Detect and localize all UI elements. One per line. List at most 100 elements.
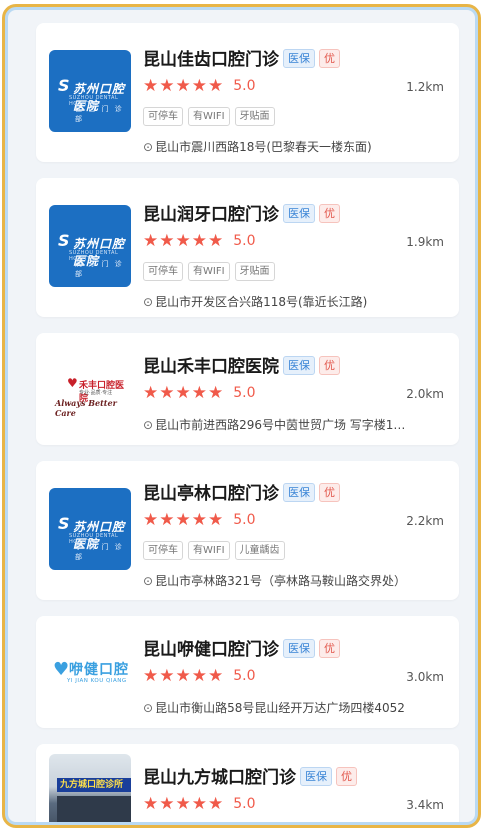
rating-score: 5.0 — [233, 668, 256, 684]
star-icon: ★ — [191, 383, 207, 403]
rating-row: ★ ★ ★ ★ ★ 5.0 — [143, 384, 256, 402]
tag: 牙贴面 — [234, 262, 275, 281]
tag-list: 可停车 有WIFI 儿童龋齿 — [143, 541, 290, 560]
preferred-badge: 优 — [319, 639, 340, 658]
tag: 可停车 — [143, 107, 183, 126]
rating-row: ★ ★ ★ ★ ★ 5.0 — [143, 795, 256, 813]
preferred-badge: 优 — [319, 483, 340, 502]
star-icon: ★ — [159, 510, 175, 530]
address-row: ⊙ 昆山市前进西路296号中茵世贸广场 写字楼1… — [143, 416, 443, 433]
insurance-badge: 医保 — [283, 639, 315, 658]
clinic-name-row[interactable]: 昆山亭林口腔门诊 医保优 — [143, 479, 340, 504]
clinic-card[interactable]: 九方城口腔诊所 昆山九方城口腔门诊 医保优 ★ ★ ★ ★ ★ 5.0 3.4km — [36, 744, 459, 822]
rating-score: 5.0 — [233, 233, 256, 249]
insurance-badge: 医保 — [283, 483, 315, 502]
address-row: ⊙ 昆山市衡山路58号昆山经开万达广场四楼4052 — [143, 699, 443, 716]
rating-row: ★ ★ ★ ★ ★ 5.0 — [143, 77, 256, 95]
clinic-card[interactable]: S 苏州口腔医院 SUZHOU DENTAL HOSPITAL 佳 齿 门 诊 … — [36, 23, 459, 162]
insurance-badge: 医保 — [283, 49, 315, 68]
distance: 1.2km — [406, 80, 444, 94]
clinic-card[interactable]: S 苏州口腔医院 SUZHOU DENTAL HOSPITAL 亭 林 门 诊 … — [36, 461, 459, 600]
location-pin-icon: ⊙ — [143, 574, 154, 588]
star-icon: ★ — [159, 794, 175, 814]
rating-score: 5.0 — [233, 78, 256, 94]
star-icon: ★ — [208, 383, 224, 403]
insurance-badge: 医保 — [300, 767, 332, 786]
insurance-badge: 医保 — [283, 356, 315, 375]
preferred-badge: 优 — [319, 356, 340, 375]
logo-branch-text: 亭 林 门 诊 部 — [75, 543, 124, 561]
preferred-badge: 优 — [336, 767, 357, 786]
clinic-name-row[interactable]: 昆山九方城口腔门诊 医保优 — [143, 763, 357, 788]
location-pin-icon: ⊙ — [143, 418, 154, 432]
logo-mark-icon: S — [58, 514, 70, 533]
distance: 3.0km — [406, 670, 444, 684]
tag: 牙贴面 — [234, 107, 275, 126]
clinic-logo-image[interactable]: S 苏州口腔医院 SUZHOU DENTAL HOSPITAL 亭 林 门 诊 … — [49, 488, 131, 570]
tag: 有WIFI — [188, 262, 230, 281]
location-pin-icon: ⊙ — [143, 701, 154, 715]
star-icon: ★ — [143, 794, 159, 814]
location-pin-icon: ⊙ — [143, 295, 154, 309]
clinic-name[interactable]: 昆山润牙口腔门诊 — [143, 205, 279, 225]
star-icon: ★ — [175, 383, 191, 403]
distance: 2.0km — [406, 387, 444, 401]
clinic-name-row[interactable]: 昆山咿健口腔门诊 医保优 — [143, 635, 340, 660]
star-icon: ★ — [208, 510, 224, 530]
clinic-name-row[interactable]: 昆山润牙口腔门诊 医保优 — [143, 200, 340, 225]
tooth-logo-icon: ♥ — [53, 659, 70, 680]
rating-score: 5.0 — [233, 512, 256, 528]
insurance-badge: 医保 — [283, 204, 315, 223]
heart-logo-icon: ♥ — [67, 376, 78, 390]
star-icon: ★ — [159, 231, 175, 251]
star-icon: ★ — [191, 666, 207, 686]
clinic-name[interactable]: 昆山禾丰口腔医院 — [143, 357, 279, 377]
logo-branch-text: 润 牙 门 诊 部 — [75, 260, 124, 278]
star-icon: ★ — [208, 76, 224, 96]
star-icon: ★ — [191, 231, 207, 251]
logo-subtext: YI JIAN KOU QIANG — [67, 678, 127, 684]
star-icon: ★ — [175, 231, 191, 251]
logo-mark-icon: S — [58, 76, 70, 95]
clinic-logo-image[interactable]: ♥ 禾丰口腔医院 专业·品质·专注 Always Better Care — [49, 348, 131, 430]
list-container: S 苏州口腔医院 SUZHOU DENTAL HOSPITAL 佳 齿 门 诊 … — [5, 7, 478, 825]
rating-row: ★ ★ ★ ★ ★ 5.0 — [143, 667, 256, 685]
star-icon: ★ — [143, 231, 159, 251]
clinic-card[interactable]: ♥ 咿健口腔 YI JIAN KOU QIANG 昆山咿健口腔门诊 医保优 ★ ★ ★… — [36, 616, 459, 728]
preferred-badge: 优 — [319, 49, 340, 68]
logo-slogan: Always Better Care — [55, 398, 117, 418]
storefront-sign: 九方城口腔诊所 — [57, 778, 131, 792]
clinic-name-row[interactable]: 昆山禾丰口腔医院 医保优 — [143, 352, 340, 377]
address-text: 昆山市亭林路321号（亭林路马鞍山路交界处） — [155, 574, 406, 588]
clinic-card[interactable]: ♥ 禾丰口腔医院 专业·品质·专注 Always Better Care 昆山禾… — [36, 333, 459, 445]
clinic-card[interactable]: S 苏州口腔医院 SUZHOU DENTAL HOSPITAL 润 牙 门 诊 … — [36, 178, 459, 317]
clinic-logo-image[interactable]: ♥ 咿健口腔 YI JIAN KOU QIANG — [49, 631, 131, 713]
decorative-frame: S 苏州口腔医院 SUZHOU DENTAL HOSPITAL 佳 齿 门 诊 … — [2, 4, 481, 828]
tag: 可停车 — [143, 262, 183, 281]
tag-list: 可停车 有WIFI 牙贴面 — [143, 107, 280, 126]
clinic-name[interactable]: 昆山咿健口腔门诊 — [143, 640, 279, 660]
address-row: ⊙ 昆山市开发区合兴路118号(靠近长江路) — [143, 293, 443, 310]
address-text: 昆山市前进西路296号中茵世贸广场 写字楼1… — [155, 418, 406, 432]
storefront-window — [57, 796, 131, 822]
tag-list: 可停车 有WIFI 牙贴面 — [143, 262, 280, 281]
address-row: ⊙ 昆山市震川西路18号(巴黎春天一楼东面) — [143, 138, 443, 155]
star-icon: ★ — [191, 76, 207, 96]
clinic-name[interactable]: 昆山九方城口腔门诊 — [143, 768, 296, 788]
distance: 3.4km — [406, 798, 444, 812]
star-icon: ★ — [175, 510, 191, 530]
star-icon: ★ — [143, 76, 159, 96]
star-icon: ★ — [208, 231, 224, 251]
clinic-name[interactable]: 昆山亭林口腔门诊 — [143, 484, 279, 504]
clinic-storefront-image[interactable]: 九方城口腔诊所 — [49, 754, 131, 822]
star-icon: ★ — [191, 794, 207, 814]
star-icon: ★ — [159, 666, 175, 686]
star-icon: ★ — [175, 794, 191, 814]
clinic-logo-image[interactable]: S 苏州口腔医院 SUZHOU DENTAL HOSPITAL 佳 齿 门 诊 … — [49, 50, 131, 132]
logo-text: 咿健口腔 — [69, 662, 129, 678]
logo-subtext: 专业·品质·专注 — [79, 390, 113, 396]
tag: 可停车 — [143, 541, 183, 560]
clinic-logo-image[interactable]: S 苏州口腔医院 SUZHOU DENTAL HOSPITAL 润 牙 门 诊 … — [49, 205, 131, 287]
clinic-name-row[interactable]: 昆山佳齿口腔门诊 医保优 — [143, 45, 340, 70]
clinic-name[interactable]: 昆山佳齿口腔门诊 — [143, 50, 279, 70]
